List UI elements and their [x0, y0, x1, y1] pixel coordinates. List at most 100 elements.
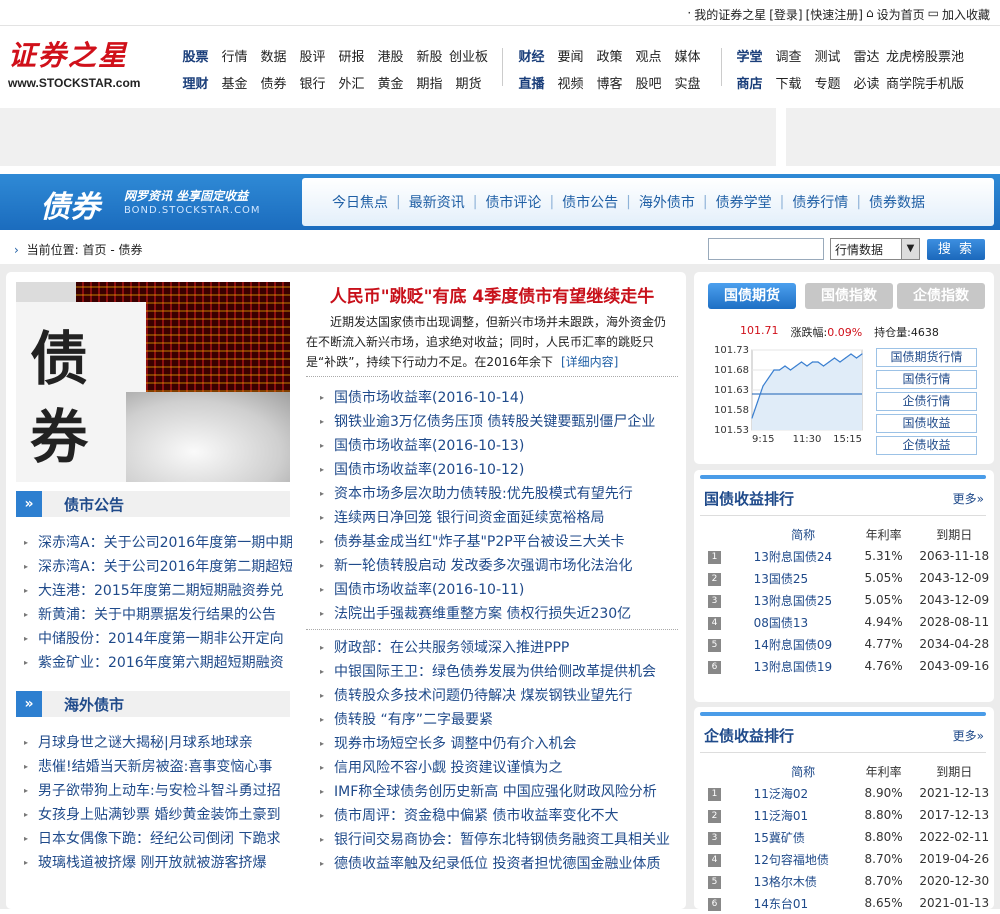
nav-link[interactable]: 测试	[808, 46, 847, 65]
set-home-link[interactable]: 设为首页	[877, 6, 925, 23]
nav-link[interactable]: 创业板	[449, 46, 488, 65]
table-row[interactable]: 1 13附息国债24 5.31% 2063-11-18	[708, 545, 994, 567]
nav-link[interactable]: 手机版	[925, 73, 964, 92]
news-item[interactable]: ▸ 国债市场收益率(2016-10-13)	[318, 434, 678, 458]
news-item[interactable]: ▸ 中储股份：2014年度第一期非公开定向	[22, 627, 292, 651]
quote-link[interactable]: 国债期货行情	[876, 348, 977, 367]
bond-name[interactable]: 11泛海01	[754, 804, 853, 826]
nav-link[interactable]: 港股	[371, 46, 410, 65]
tab-bond-futures[interactable]: 国债期货	[708, 283, 796, 309]
quote-link[interactable]: 国债收益	[876, 414, 977, 433]
bond-name[interactable]: 13附息国债25	[754, 589, 853, 611]
news-item[interactable]: ▸ 债券基金成当红"炸子基"P2P平台被设三大关卡	[318, 530, 678, 554]
bond-name[interactable]: 08国债13	[754, 611, 853, 633]
announcements-title[interactable]: 债市公告	[64, 494, 124, 515]
nav-link[interactable]: 专题	[808, 73, 847, 92]
table-row[interactable]: 2 11泛海01 8.80% 2017-12-13	[708, 804, 994, 826]
search-type-select[interactable]: 行情数据 ▼	[830, 238, 920, 260]
nav-link[interactable]: 股吧	[629, 73, 668, 92]
news-item[interactable]: ▸ 国债市场收益率(2016-10-12)	[318, 458, 678, 482]
bond-name[interactable]: 14东台01	[754, 892, 853, 914]
news-item[interactable]: ▸ 信用风险不容小觑 投资建议谨慎为之	[318, 756, 678, 780]
table-row[interactable]: 4 08国债13 4.94% 2028-08-11	[708, 611, 994, 633]
nav-link[interactable]: 商店	[730, 73, 769, 92]
channel-menu-item[interactable]: 最新资讯	[401, 192, 473, 212]
nav-link[interactable]: 黄金	[371, 73, 410, 92]
table-row[interactable]: 5 14附息国债09 4.77% 2034-04-28	[708, 633, 994, 655]
bond-name[interactable]: 13格尔木债	[754, 870, 853, 892]
bond-name[interactable]: 13国债25	[754, 567, 853, 589]
nav-link[interactable]: 观点	[629, 46, 668, 65]
channel-menu-item[interactable]: 海外债市	[631, 192, 703, 212]
channel-menu-item[interactable]: 债券学堂	[708, 192, 780, 212]
channel-menu-item[interactable]: 今日焦点	[324, 192, 396, 212]
nav-link[interactable]: 实盘	[668, 73, 707, 92]
nav-link[interactable]: 下载	[769, 73, 808, 92]
news-item[interactable]: ▸ 日本女偶像下跪：经纪公司倒闭 下跪求	[22, 827, 292, 851]
channel-menu-item[interactable]: 债券数据	[861, 192, 933, 212]
gov-rank-title[interactable]: 国债收益排行	[704, 488, 794, 509]
news-item[interactable]: ▸ 深赤湾A：关于公司2016年度第二期超短	[22, 555, 292, 579]
news-item[interactable]: ▸ 资本市场多层次助力债转股:优先股模式有望先行	[318, 482, 678, 506]
bookmark-link[interactable]: 加入收藏	[942, 6, 990, 23]
search-input[interactable]	[708, 238, 824, 260]
table-row[interactable]: 3 13附息国债25 5.05% 2043-12-09	[708, 589, 994, 611]
news-item[interactable]: ▸ 债转股众多技术问题仍待解决 煤炭钢铁业望先行	[318, 684, 678, 708]
nav-link[interactable]: 新股	[410, 46, 449, 65]
news-item[interactable]: ▸ 新黄浦：关于中期票据发行结果的公告	[22, 603, 292, 627]
nav-link[interactable]: 期货	[449, 73, 488, 92]
news-item[interactable]: ▸ IMF称全球债务创历史新高 中国应强化财政风险分析	[318, 780, 678, 804]
news-item[interactable]: ▸ 连续两日净回笼 银行间资金面延续宽裕格局	[318, 506, 678, 530]
nav-link[interactable]: 数据	[254, 46, 293, 65]
channel-menu-item[interactable]: 债券行情	[784, 192, 856, 212]
news-item[interactable]: ▸ 月球身世之谜大揭秘|月球系地球亲	[22, 731, 292, 755]
overseas-title[interactable]: 海外债市	[64, 694, 124, 715]
nav-link[interactable]: 政策	[590, 46, 629, 65]
breadcrumb-path[interactable]: 首页 - 债券	[83, 243, 143, 257]
corp-rank-title[interactable]: 企债收益排行	[704, 725, 794, 746]
table-row[interactable]: 2 13国债25 5.05% 2043-12-09	[708, 567, 994, 589]
nav-link[interactable]: 要闻	[551, 46, 590, 65]
table-row[interactable]: 3 15冀矿债 8.80% 2022-02-11	[708, 826, 994, 848]
nav-link[interactable]: 雷达	[847, 46, 886, 65]
news-item[interactable]: ▸ 债市周评：资金稳中偏紧 债市收益率变化不大	[318, 804, 678, 828]
nav-link[interactable]: 外汇	[332, 73, 371, 92]
nav-link[interactable]: 银行	[293, 73, 332, 92]
register-link[interactable]: [快速注册]	[806, 6, 863, 23]
nav-link[interactable]: 必读	[847, 73, 886, 92]
bond-name[interactable]: 14附息国债09	[754, 633, 853, 655]
news-item[interactable]: ▸ 财政部：在公共服务领域深入推进PPP	[318, 636, 678, 660]
nav-link[interactable]: 调查	[769, 46, 808, 65]
quote-link[interactable]: 企债收益	[876, 436, 977, 455]
news-item[interactable]: ▸ 大连港：2015年度第二期短期融资券兑	[22, 579, 292, 603]
gov-rank-more-link[interactable]: 更多»	[953, 490, 984, 507]
nav-link[interactable]: 视频	[551, 73, 590, 92]
news-item[interactable]: ▸ 现券市场短空长多 调整中仍有介入机会	[318, 732, 678, 756]
nav-link[interactable]: 股评	[293, 46, 332, 65]
channel-menu-item[interactable]: 债市评论	[477, 192, 549, 212]
channel-title[interactable]: 债券	[40, 182, 100, 226]
news-item[interactable]: ▸ 钢铁业逾3万亿债务压顶 债转股关键要甄别僵尸企业	[318, 410, 678, 434]
bond-name[interactable]: 12句容福地债	[754, 848, 853, 870]
table-row[interactable]: 6 13附息国债19 4.76% 2043-09-16	[708, 655, 994, 677]
bond-name[interactable]: 13附息国债19	[754, 655, 853, 677]
nav-link[interactable]: 期指	[410, 73, 449, 92]
nav-link[interactable]: 媒体	[668, 46, 707, 65]
news-item[interactable]: ▸ 国债市场收益率(2016-10-14)	[318, 386, 678, 410]
nav-link[interactable]: 商学院	[886, 73, 925, 92]
my-account-link[interactable]: 我的证券之星	[694, 6, 766, 23]
bond-name[interactable]: 15冀矿债	[754, 826, 853, 848]
table-row[interactable]: 5 13格尔木债 8.70% 2020-12-30	[708, 870, 994, 892]
read-more-link[interactable]: [详细内容]	[561, 355, 618, 369]
quote-link[interactable]: 国债行情	[876, 370, 977, 389]
nav-link[interactable]: 博客	[590, 73, 629, 92]
news-item[interactable]: ▸ 国债市场收益率(2016-10-11)	[318, 578, 678, 602]
nav-link[interactable]: 学堂	[730, 46, 769, 65]
news-item[interactable]: ▸ 法院出手强裁赛维重整方案 债权行损失近230亿	[318, 602, 678, 626]
news-item[interactable]: ▸ 深赤湾A：关于公司2016年度第一期中期	[22, 531, 292, 555]
login-link[interactable]: [登录]	[769, 6, 802, 23]
nav-link[interactable]: 龙虎榜	[886, 46, 925, 65]
news-item[interactable]: ▸ 紫金矿业：2016年度第六期超短期融资	[22, 651, 292, 675]
news-item[interactable]: ▸ 女孩身上贴满钞票 婚纱黄金装饰土豪到	[22, 803, 292, 827]
table-row[interactable]: 6 14东台01 8.65% 2021-01-13	[708, 892, 994, 914]
